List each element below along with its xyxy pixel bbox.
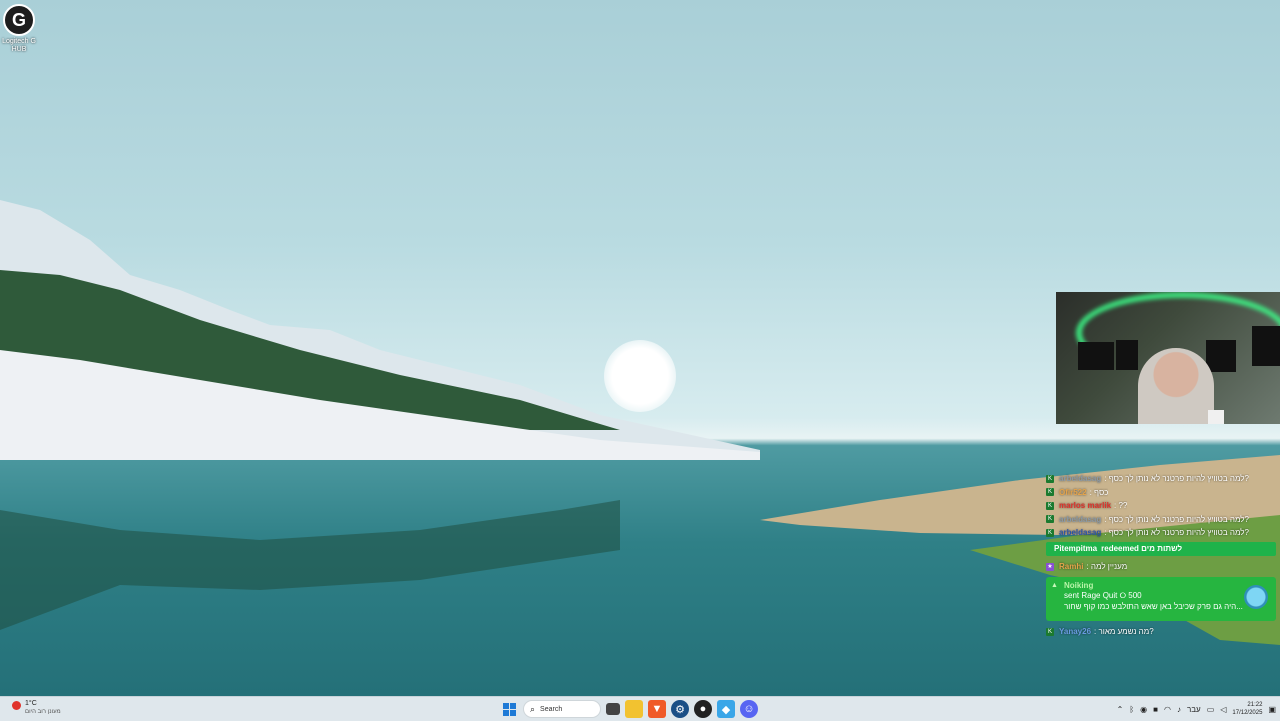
donation-alert: ▲ Noiking sent Rage Quit ⭘ 500 היה גם פר… <box>1046 577 1276 621</box>
chat-message: K Yanay26 : מה נשמע מאור? <box>1046 625 1276 638</box>
kick-badge-icon: K <box>1046 488 1054 496</box>
tray-app-icon[interactable]: ■ <box>1153 705 1158 714</box>
system-tray: ⌃ ᛒ ◉ ■ ◠ ♪ עבר ▭ ◁ 21:22 17/12/2025 ▣ <box>1117 699 1276 719</box>
chat-message: K marlos marlik : ?? <box>1046 499 1276 512</box>
task-view-icon[interactable] <box>606 703 620 715</box>
weather-widget[interactable]: 1°C מעונן רוב היום <box>8 699 78 719</box>
language-indicator[interactable]: עבר <box>1187 705 1201 714</box>
alert-message: היה גם פרק שכיבל באן שאש התולבש כמו קוף … <box>1064 602 1243 611</box>
chat-username: arbeldasag <box>1059 474 1102 483</box>
volume-icon[interactable]: ◁ <box>1220 705 1226 714</box>
chat-text: : ?? <box>1114 501 1128 510</box>
file-explorer-icon[interactable] <box>625 700 643 718</box>
weather-icon <box>12 701 21 710</box>
streamer <box>1138 348 1214 424</box>
acoustic-panel <box>1252 326 1280 366</box>
chat-username: arbeldasag <box>1059 514 1102 524</box>
notification-icon[interactable]: ▣ <box>1268 705 1276 714</box>
desktop-wallpaper: G Logitech G HUB K arbeldasag : למה בטוו… <box>0 0 1280 696</box>
acoustic-panel <box>1206 340 1236 372</box>
wifi-icon[interactable]: ◠ <box>1164 705 1171 714</box>
kick-badge-icon: K <box>1046 515 1054 523</box>
logitech-g-icon: G <box>3 4 35 36</box>
snowy-mountains <box>0 200 760 460</box>
alert-action: sent Rage Quit ⭘ 500 <box>1064 591 1270 601</box>
chat-message: K Ofir522 : כסף <box>1046 486 1276 499</box>
redeem-username: Pitempitma <box>1054 544 1098 553</box>
brave-browser-icon[interactable]: ▼ <box>648 700 666 718</box>
chat-username: Yanay26 <box>1059 627 1092 636</box>
chat-text: : למה בטוויץ להיות פרטנר לא נותן לך כסף? <box>1104 528 1249 537</box>
chat-message: K arbeldasag : למה בטוויץ להיות פרטנר לא… <box>1046 472 1276 485</box>
chat-username: marlos marlik <box>1059 501 1112 510</box>
bluetooth-icon[interactable]: ᛒ <box>1129 705 1134 714</box>
chat-message: ★ Ramhi : מעניין למה <box>1046 560 1276 573</box>
microphone-icon[interactable]: ♪ <box>1177 705 1181 714</box>
clock[interactable]: 21:22 17/12/2025 <box>1232 701 1262 717</box>
chat-message: K arbeldasag : למה בטוויץ להיות פרטנר לא… <box>1046 513 1276 526</box>
taskbar-search[interactable]: ⌕ Search <box>523 700 601 718</box>
search-icon: ⌕ <box>530 703 536 714</box>
taskbar: 1°C מעונן רוב היום ⌕ Search ▼ ⚙ ● ◆ ☺ ⌃ … <box>0 696 1280 721</box>
chat-text: : למה בטוויץ להיות פרטנר לא נותן לך כסף? <box>1104 474 1249 483</box>
desk-lamp <box>1208 410 1224 424</box>
alert-username: Noiking <box>1064 581 1094 590</box>
steam-icon[interactable]: ⚙ <box>671 700 689 718</box>
acoustic-panel <box>1116 340 1138 370</box>
tray-app-icon[interactable]: ◉ <box>1140 705 1147 714</box>
chat-text: : מעניין למה <box>1086 562 1128 571</box>
redeem-text: redeemed לשתות מים <box>1101 544 1183 553</box>
app-icon[interactable]: ◆ <box>717 700 735 718</box>
kick-badge-icon: K <box>1046 474 1054 483</box>
up-arrow-icon: ▲ <box>1051 582 1058 589</box>
chat-text: : כסף <box>1089 487 1109 497</box>
sub-badge-icon: ★ <box>1046 562 1054 571</box>
emote-icon <box>1244 585 1268 609</box>
water-reflection <box>0 500 620 630</box>
weather-temp: 1°C <box>25 700 37 707</box>
webcam-overlay <box>1056 292 1280 424</box>
chat-overlay: K arbeldasag : למה בטוויץ להיות פרטנר לא… <box>1046 472 1276 639</box>
weather-desc: מעונן רוב היום <box>25 709 61 715</box>
start-button[interactable] <box>500 700 518 718</box>
discord-icon[interactable]: ☺ <box>740 700 758 718</box>
search-label: Search <box>540 705 563 713</box>
app-icon[interactable]: ● <box>694 700 712 718</box>
kick-badge-icon: K <box>1046 501 1054 510</box>
kick-badge-icon: K <box>1046 528 1054 537</box>
redeem-banner: Pitempitma redeemed לשתות מים <box>1046 542 1276 556</box>
alert-action-text: sent Rage Quit <box>1064 591 1118 600</box>
chevron-up-icon[interactable]: ⌃ <box>1117 705 1124 714</box>
network-icon[interactable]: ▭ <box>1207 705 1215 714</box>
logitech-ghub-shortcut[interactable]: G Logitech G HUB <box>2 4 36 54</box>
desktop-icon-label: Logitech G HUB <box>2 38 36 53</box>
taskbar-apps: ⌕ Search ▼ ⚙ ● ◆ ☺ <box>500 699 758 719</box>
chat-text: : מה נשמע מאור? <box>1094 627 1154 636</box>
chat-username: Ofir522 <box>1059 487 1087 497</box>
alert-amount: 500 <box>1128 591 1142 600</box>
clock-date: 17/12/2025 <box>1232 710 1263 716</box>
chat-text: : למה בטוויץ להיות פרטנר לא נותן לך כסף? <box>1104 514 1249 524</box>
clock-time: 21:22 <box>1247 702 1263 708</box>
coin-icon: ⭘ <box>1119 591 1127 600</box>
chat-message: K arbeldasag : למה בטוויץ להיות פרטנר לא… <box>1046 526 1276 539</box>
acoustic-panel <box>1078 342 1114 370</box>
kick-badge-icon: K <box>1046 627 1054 636</box>
chat-username: arbeldasag <box>1059 528 1102 537</box>
chat-username: Ramhi <box>1059 562 1084 571</box>
windows-logo-icon <box>502 702 516 716</box>
